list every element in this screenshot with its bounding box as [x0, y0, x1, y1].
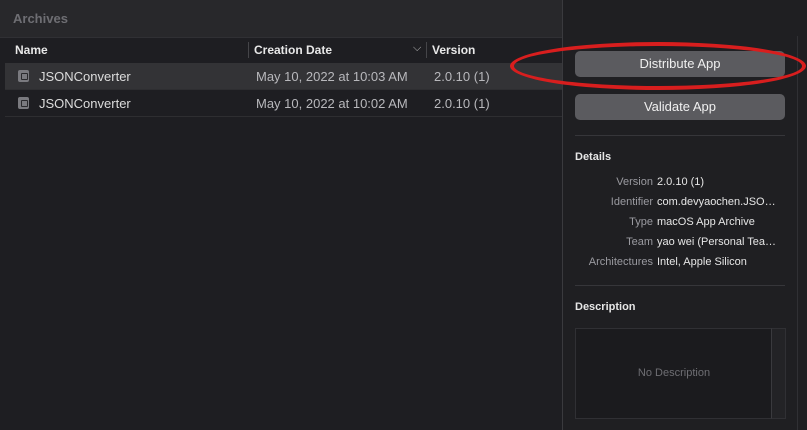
column-header-row: Name Creation Date ⌵ Version — [5, 38, 562, 62]
column-header-version[interactable]: Version — [432, 43, 475, 57]
archives-title: Archives — [13, 11, 68, 26]
table-row[interactable]: JSONConverter May 10, 2022 at 10:03 AM 2… — [5, 63, 562, 89]
row-version: 2.0.10 (1) — [434, 96, 490, 111]
inspector-panel: Distribute App Validate App Details Vers… — [563, 0, 807, 430]
row-name: JSONConverter — [39, 96, 131, 111]
detail-key-identifier: Identifier — [610, 196, 653, 208]
inspector-scrollbar[interactable] — [797, 36, 807, 430]
validate-app-button[interactable]: Validate App — [575, 94, 785, 120]
detail-value-type: macOS App Archive — [657, 216, 755, 228]
row-version: 2.0.10 (1) — [434, 69, 490, 84]
detail-value-team: yao wei (Personal Tea… — [657, 236, 777, 248]
archives-header: Archives — [0, 0, 562, 38]
row-date: May 10, 2022 at 10:03 AM — [256, 69, 408, 84]
row-separator — [5, 116, 562, 117]
sort-chevron-down-icon[interactable]: ⌵ — [413, 42, 421, 55]
description-placeholder: No Description — [637, 367, 711, 379]
column-header-name[interactable]: Name — [15, 43, 48, 57]
column-header-creation-date[interactable]: Creation Date — [254, 43, 332, 57]
row-name: JSONConverter — [39, 69, 131, 84]
column-divider — [248, 42, 249, 58]
details-title: Details — [575, 151, 612, 163]
description-scrollbar[interactable] — [771, 328, 786, 419]
description-title: Description — [575, 301, 636, 313]
detail-key-version: Version — [616, 176, 653, 188]
column-divider — [426, 42, 427, 58]
detail-key-type: Type — [629, 216, 653, 228]
detail-key-team: Team — [626, 236, 653, 248]
table-row[interactable]: JSONConverter May 10, 2022 at 10:02 AM 2… — [5, 90, 562, 116]
archive-icon — [18, 70, 29, 82]
distribute-app-button[interactable]: Distribute App — [575, 51, 785, 77]
detail-value-architectures: Intel, Apple Silicon — [657, 256, 747, 268]
archives-list-panel: Archives Name Creation Date ⌵ Version JS… — [0, 0, 562, 430]
section-divider — [575, 285, 785, 286]
archive-icon — [18, 97, 29, 109]
detail-key-architectures: Architectures — [588, 256, 653, 268]
description-text-area[interactable]: No Description — [575, 328, 773, 419]
row-date: May 10, 2022 at 10:02 AM — [256, 96, 408, 111]
detail-value-version: 2.0.10 (1) — [657, 176, 705, 188]
section-divider — [575, 135, 785, 136]
detail-value-identifier: com.devyaochen.JSO… — [657, 196, 776, 208]
